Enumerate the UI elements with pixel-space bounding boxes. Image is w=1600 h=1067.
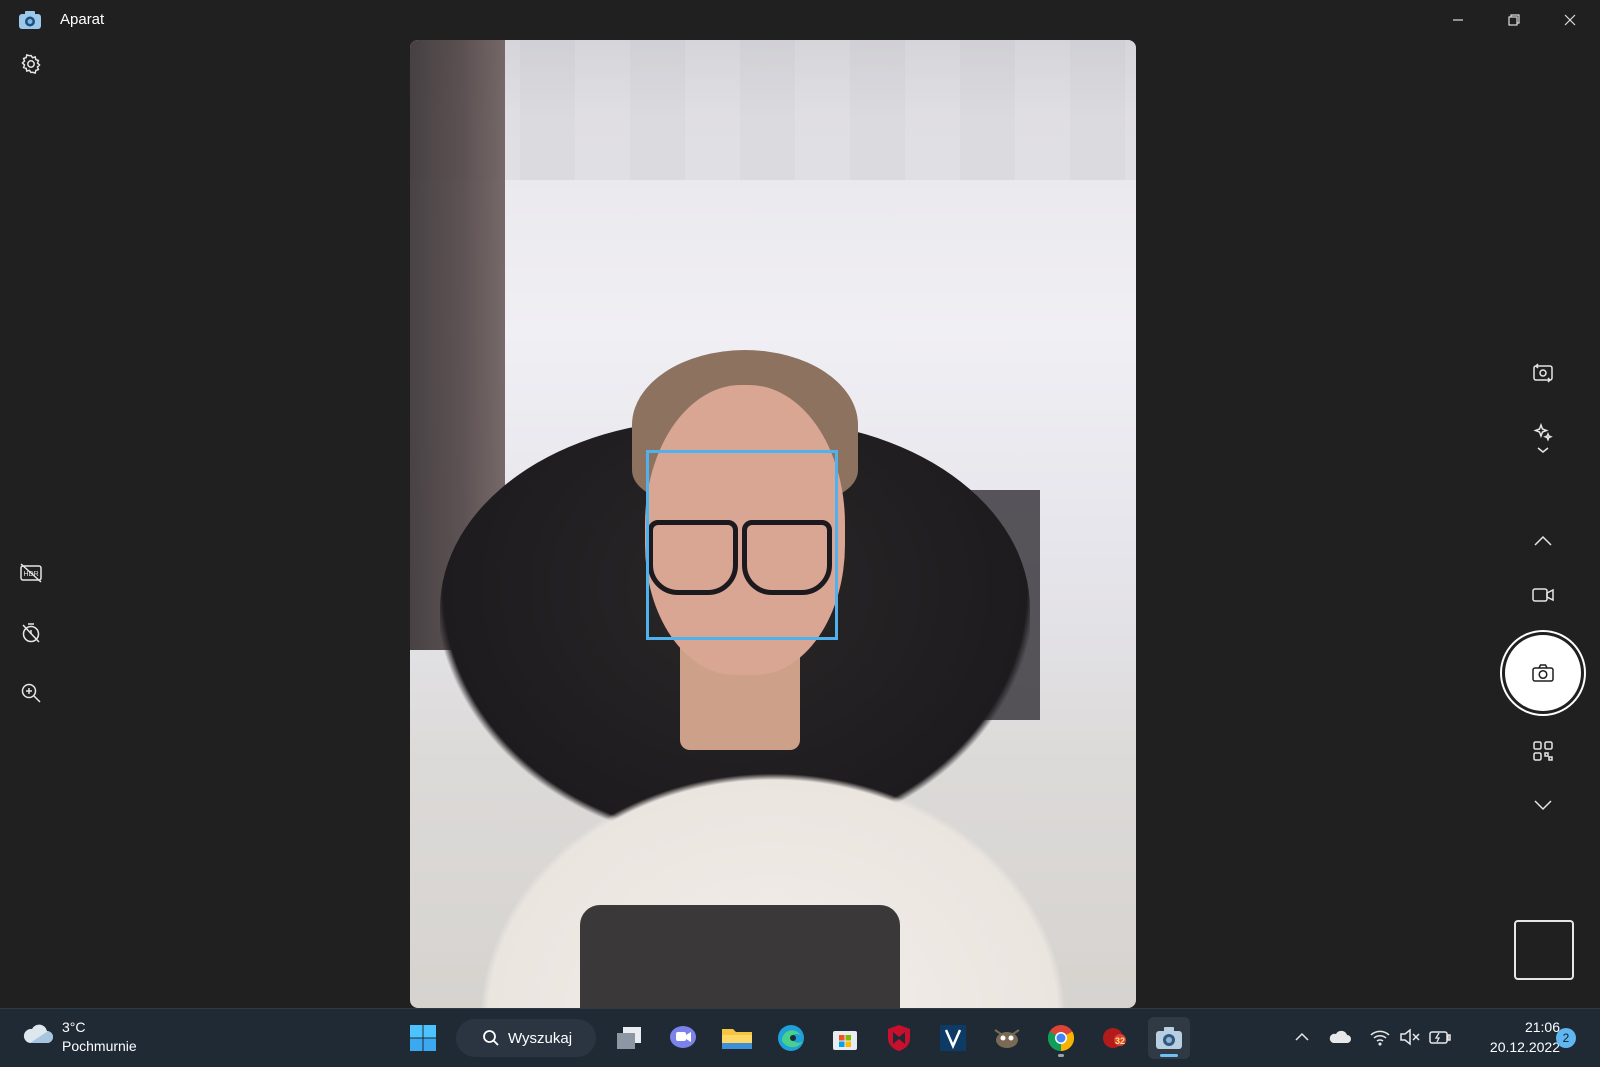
store-icon <box>833 1031 857 1050</box>
wifi-icon <box>1370 1030 1390 1046</box>
weather-description[interactable]: Pochmurnie <box>62 1038 137 1054</box>
qr-code-icon <box>1533 741 1553 761</box>
shutter-inner <box>1505 635 1581 711</box>
taskbar-file-explorer[interactable] <box>716 1017 758 1059</box>
hdr-off-icon: HDR <box>20 563 42 583</box>
effects-button[interactable] <box>1528 420 1558 460</box>
clock-date[interactable]: 20.12.2022 <box>1470 1039 1560 1055</box>
taskbar-mcafee[interactable] <box>878 1017 920 1059</box>
wifi-tray[interactable] <box>1368 1025 1392 1049</box>
mcafee-shield-icon <box>888 1025 910 1051</box>
taskbar-chrome[interactable] <box>1040 1017 1082 1059</box>
volume-tray[interactable] <box>1398 1025 1422 1049</box>
taskbar-task-view[interactable] <box>608 1017 650 1059</box>
qr-scan-button[interactable] <box>1528 736 1558 766</box>
active-app-indicator <box>1160 1054 1178 1057</box>
camera-icon <box>1532 664 1554 682</box>
video-camera-icon <box>1532 588 1554 602</box>
hdr-toggle-button[interactable]: HDR <box>16 558 46 588</box>
battery-tray[interactable] <box>1428 1025 1452 1049</box>
onedrive-cloud-icon <box>1329 1030 1351 1043</box>
taskbar: 3°C Pochmurnie Wyszukaj 32 21:06 20.12.2… <box>0 1008 1600 1067</box>
restore-button[interactable] <box>1486 0 1542 40</box>
chevron-up-icon <box>1534 535 1552 546</box>
notification-badge[interactable]: 2 <box>1556 1028 1576 1048</box>
mode-up-button[interactable] <box>1528 526 1558 556</box>
chat-icon <box>670 1026 696 1048</box>
take-photo-button[interactable] <box>1500 630 1586 716</box>
cloud-icon[interactable] <box>22 1023 54 1052</box>
taskbar-gimp[interactable] <box>986 1017 1028 1059</box>
face-detection-box <box>646 450 838 640</box>
gear-icon <box>21 53 41 75</box>
weather-temperature[interactable]: 3°C <box>62 1019 86 1035</box>
running-indicator <box>1058 1054 1064 1057</box>
folder-icon <box>722 1029 752 1049</box>
settings-button[interactable] <box>16 49 46 79</box>
battery-charging-icon <box>1429 1031 1451 1044</box>
show-hidden-icons-button[interactable] <box>1290 1025 1314 1049</box>
taskbar-v-app[interactable] <box>932 1017 974 1059</box>
volume-muted-icon <box>1400 1028 1420 1046</box>
window-title: Aparat <box>60 11 105 28</box>
preview-ceiling <box>410 40 1136 180</box>
taskbar-game[interactable]: 32 <box>1094 1017 1136 1059</box>
timer-button[interactable] <box>16 618 46 648</box>
chrome-icon <box>1047 1025 1075 1052</box>
effects-sparkle-icon <box>1533 422 1553 453</box>
mode-down-button[interactable] <box>1528 790 1558 820</box>
v-app-icon <box>940 1025 966 1051</box>
chevron-up-icon <box>1295 1032 1309 1041</box>
clock-time[interactable]: 21:06 <box>1500 1019 1560 1035</box>
edge-icon <box>778 1025 804 1051</box>
start-button[interactable] <box>402 1017 444 1059</box>
taskbar-edge[interactable] <box>770 1017 812 1059</box>
zoom-in-icon <box>21 683 41 703</box>
title-bar: Aparat <box>0 0 1600 40</box>
windows-logo-icon <box>410 1025 436 1051</box>
search-icon <box>483 1030 499 1046</box>
close-button[interactable] <box>1542 0 1598 40</box>
video-mode-button[interactable] <box>1528 580 1558 610</box>
taskbar-store[interactable] <box>824 1017 866 1059</box>
preview-shirt-print <box>580 905 900 1008</box>
svg-text:32: 32 <box>1115 1036 1125 1046</box>
zoom-button[interactable] <box>16 678 46 708</box>
camera-app-icon <box>18 10 42 30</box>
minimize-button[interactable] <box>1430 0 1486 40</box>
game-icon: 32 <box>1103 1028 1126 1048</box>
task-view-icon <box>617 1027 641 1049</box>
search-label: Wyszukaj <box>508 1029 573 1047</box>
onedrive-tray[interactable] <box>1328 1025 1352 1049</box>
taskbar-camera[interactable] <box>1148 1017 1190 1059</box>
gallery-thumbnail[interactable] <box>1514 920 1574 980</box>
camera-preview[interactable] <box>410 40 1136 1008</box>
switch-camera-button[interactable] <box>1528 358 1558 388</box>
timer-off-icon <box>22 623 40 643</box>
camera-icon <box>1156 1027 1182 1049</box>
gimp-icon <box>994 1029 1020 1048</box>
chevron-down-icon <box>1534 800 1552 811</box>
taskbar-chat[interactable] <box>662 1017 704 1059</box>
taskbar-search[interactable]: Wyszukaj <box>456 1019 596 1057</box>
switch-camera-icon <box>1533 363 1553 383</box>
